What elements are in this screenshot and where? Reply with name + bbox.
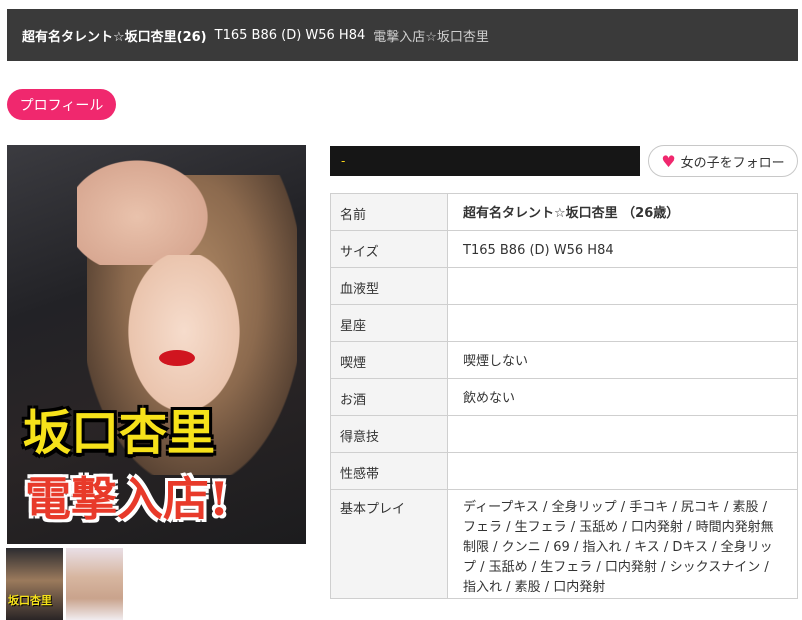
profile-table: 名前 超有名タレント☆坂口杏里 （26歳） サイズ T165 B86 (D) W…: [330, 193, 798, 599]
thumbnail-1-caption: 坂口杏里: [8, 594, 52, 607]
thumbnail-2[interactable]: [66, 548, 123, 620]
row-key: 性感帯: [330, 452, 448, 490]
photo-lips-shape: [159, 350, 195, 366]
table-row: サイズ T165 B86 (D) W56 H84: [330, 230, 798, 268]
row-value: 飲めない: [447, 378, 798, 416]
table-row: 星座: [330, 304, 798, 342]
header-girl-name: 超有名タレント☆坂口杏里(26): [22, 29, 207, 45]
thumbnail-1[interactable]: 坂口杏里: [6, 548, 63, 620]
row-key: 星座: [330, 304, 448, 342]
table-row: お酒 飲めない: [330, 378, 798, 416]
tab-profile[interactable]: プロフィール: [7, 89, 116, 120]
row-value: [447, 415, 798, 453]
main-profile-photo[interactable]: 坂口杏里 電撃入店!: [7, 145, 306, 544]
row-key: お酒: [330, 378, 448, 416]
follow-button[interactable]: ♥ 女の子をフォロー: [648, 145, 798, 177]
table-row: 性感帯: [330, 452, 798, 490]
table-row: 得意技: [330, 415, 798, 453]
row-key: 得意技: [330, 415, 448, 453]
row-value: 喫煙しない: [447, 341, 798, 379]
row-value: ディープキス / 全身リップ / 手コキ / 尻コキ / 素股 / フェラ / …: [447, 489, 798, 599]
row-key: 名前: [330, 193, 448, 231]
table-row: 名前 超有名タレント☆坂口杏里 （26歳）: [330, 193, 798, 231]
heart-icon: ♥: [661, 151, 676, 171]
name-bar: -: [330, 146, 640, 176]
row-key: 基本プレイ: [330, 489, 448, 599]
row-key: サイズ: [330, 230, 448, 268]
name-bar-text: -: [341, 154, 346, 168]
header-subtitle: 電撃入店☆坂口杏里: [373, 29, 489, 45]
header-size: T165 B86 (D) W56 H84: [214, 27, 366, 43]
table-row: 喫煙 喫煙しない: [330, 341, 798, 379]
page-header: 超有名タレント☆坂口杏里(26) T165 B86 (D) W56 H84 電撃…: [7, 9, 798, 61]
photo-arm-shape: [77, 145, 227, 265]
table-row: 基本プレイ ディープキス / 全身リップ / 手コキ / 尻コキ / 素股 / …: [330, 489, 798, 599]
follow-button-label: 女の子をフォロー: [680, 155, 785, 171]
table-row: 血液型: [330, 267, 798, 305]
photo-caption-name: 坂口杏里: [23, 405, 216, 461]
row-value: 超有名タレント☆坂口杏里 （26歳）: [447, 193, 798, 231]
photo-caption-announce: 電撃入店!: [25, 472, 230, 526]
row-value: [447, 452, 798, 490]
row-value: T165 B86 (D) W56 H84: [447, 230, 798, 268]
row-value: [447, 267, 798, 305]
row-key: 喫煙: [330, 341, 448, 379]
row-value: [447, 304, 798, 342]
row-key: 血液型: [330, 267, 448, 305]
